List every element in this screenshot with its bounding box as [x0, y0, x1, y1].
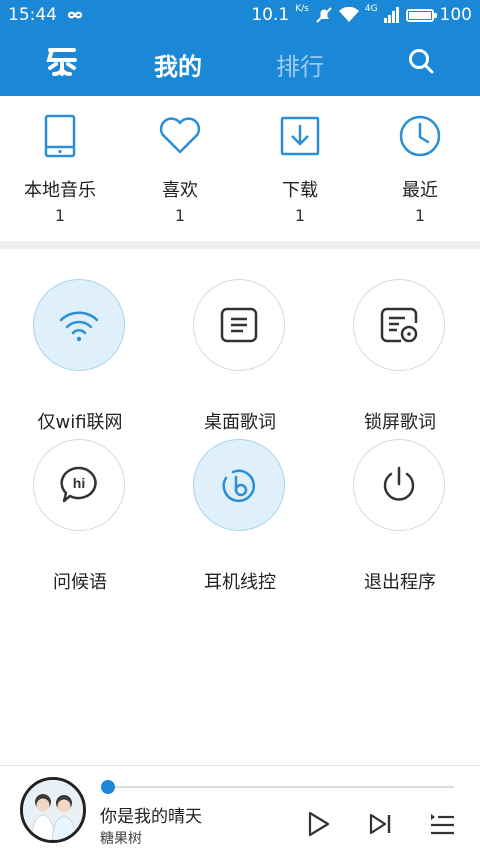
wifi-status-icon	[338, 7, 359, 22]
wifi-icon	[59, 311, 99, 342]
svg-text:hi: hi	[73, 475, 85, 491]
mini-player: 你是我的晴天 糖果树	[0, 765, 480, 853]
section-divider	[0, 241, 480, 249]
tool-label: 问候语	[53, 572, 107, 593]
tool-label: 耳机线控	[204, 572, 276, 593]
shortcut-count: 1	[414, 206, 426, 225]
shortcut-local-music[interactable]: 本地音乐 1	[0, 96, 120, 240]
status-bar: 15:44 10.1 K/s 4G 100	[0, 0, 480, 30]
shortcut-label: 下载	[282, 180, 318, 201]
playlist-icon[interactable]	[428, 810, 456, 838]
tool-label: 仅wifi联网	[37, 412, 123, 433]
shortcut-count: 1	[54, 206, 66, 225]
shortcut-downloads[interactable]: 下载 1	[240, 96, 360, 240]
tool-label: 退出程序	[364, 572, 436, 593]
lockscreen-lyrics-icon	[380, 307, 418, 343]
shortcut-label: 最近	[402, 180, 438, 201]
music-logo-icon[interactable]	[44, 44, 80, 80]
heart-icon	[159, 117, 201, 154]
shortcut-label: 喜欢	[162, 180, 198, 201]
album-photo	[23, 780, 83, 840]
progress-bar[interactable]	[100, 780, 454, 794]
next-track-icon[interactable]	[366, 810, 394, 838]
shortcut-count: 1	[294, 206, 306, 225]
shortcut-recent[interactable]: 最近 1	[360, 96, 480, 240]
muted-bell-icon	[316, 7, 332, 23]
tool-label: 锁屏歌词	[364, 412, 436, 433]
download-icon	[280, 116, 320, 156]
tool-button[interactable]	[193, 279, 285, 371]
shortcut-row: 本地音乐 1 喜欢 1 下载 1 最近 1	[0, 96, 480, 240]
tool-button[interactable]	[353, 439, 445, 531]
tool-button[interactable]	[193, 439, 285, 531]
speed-unit: K/s	[295, 4, 309, 14]
shortcut-label: 本地音乐	[24, 180, 96, 201]
signal-icon	[383, 7, 399, 23]
play-icon[interactable]	[304, 810, 332, 838]
infinity-icon	[67, 11, 83, 19]
shortcut-count: 1	[174, 206, 186, 225]
app-bar: 我的 排行	[0, 30, 480, 96]
clock-text: 15:44	[8, 5, 57, 25]
greeting-hi-icon: hi	[60, 466, 97, 503]
tool-label: 桌面歌词	[204, 412, 276, 433]
power-icon	[383, 466, 415, 501]
battery-percent: 100	[439, 5, 472, 25]
tab-mine[interactable]: 我的	[154, 47, 202, 82]
clock-icon	[399, 115, 441, 157]
artist-name: 糖果树	[100, 831, 142, 847]
battery-icon	[405, 8, 437, 22]
tool-button[interactable]: hi	[33, 439, 125, 531]
shortcut-favorites[interactable]: 喜欢 1	[120, 96, 240, 240]
headset-control-icon	[222, 469, 255, 503]
search-icon[interactable]	[406, 46, 436, 76]
tab-ranking[interactable]: 排行	[276, 47, 324, 82]
progress-knob[interactable]	[100, 780, 115, 794]
tool-button[interactable]	[33, 279, 125, 371]
tool-button[interactable]	[353, 279, 445, 371]
network-speed: 10.1	[251, 5, 290, 25]
lyrics-icon	[220, 307, 258, 343]
network-type: 4G	[364, 4, 378, 14]
album-art[interactable]	[20, 777, 86, 843]
phone-icon	[44, 114, 76, 158]
song-title: 你是我的晴天	[100, 807, 202, 827]
